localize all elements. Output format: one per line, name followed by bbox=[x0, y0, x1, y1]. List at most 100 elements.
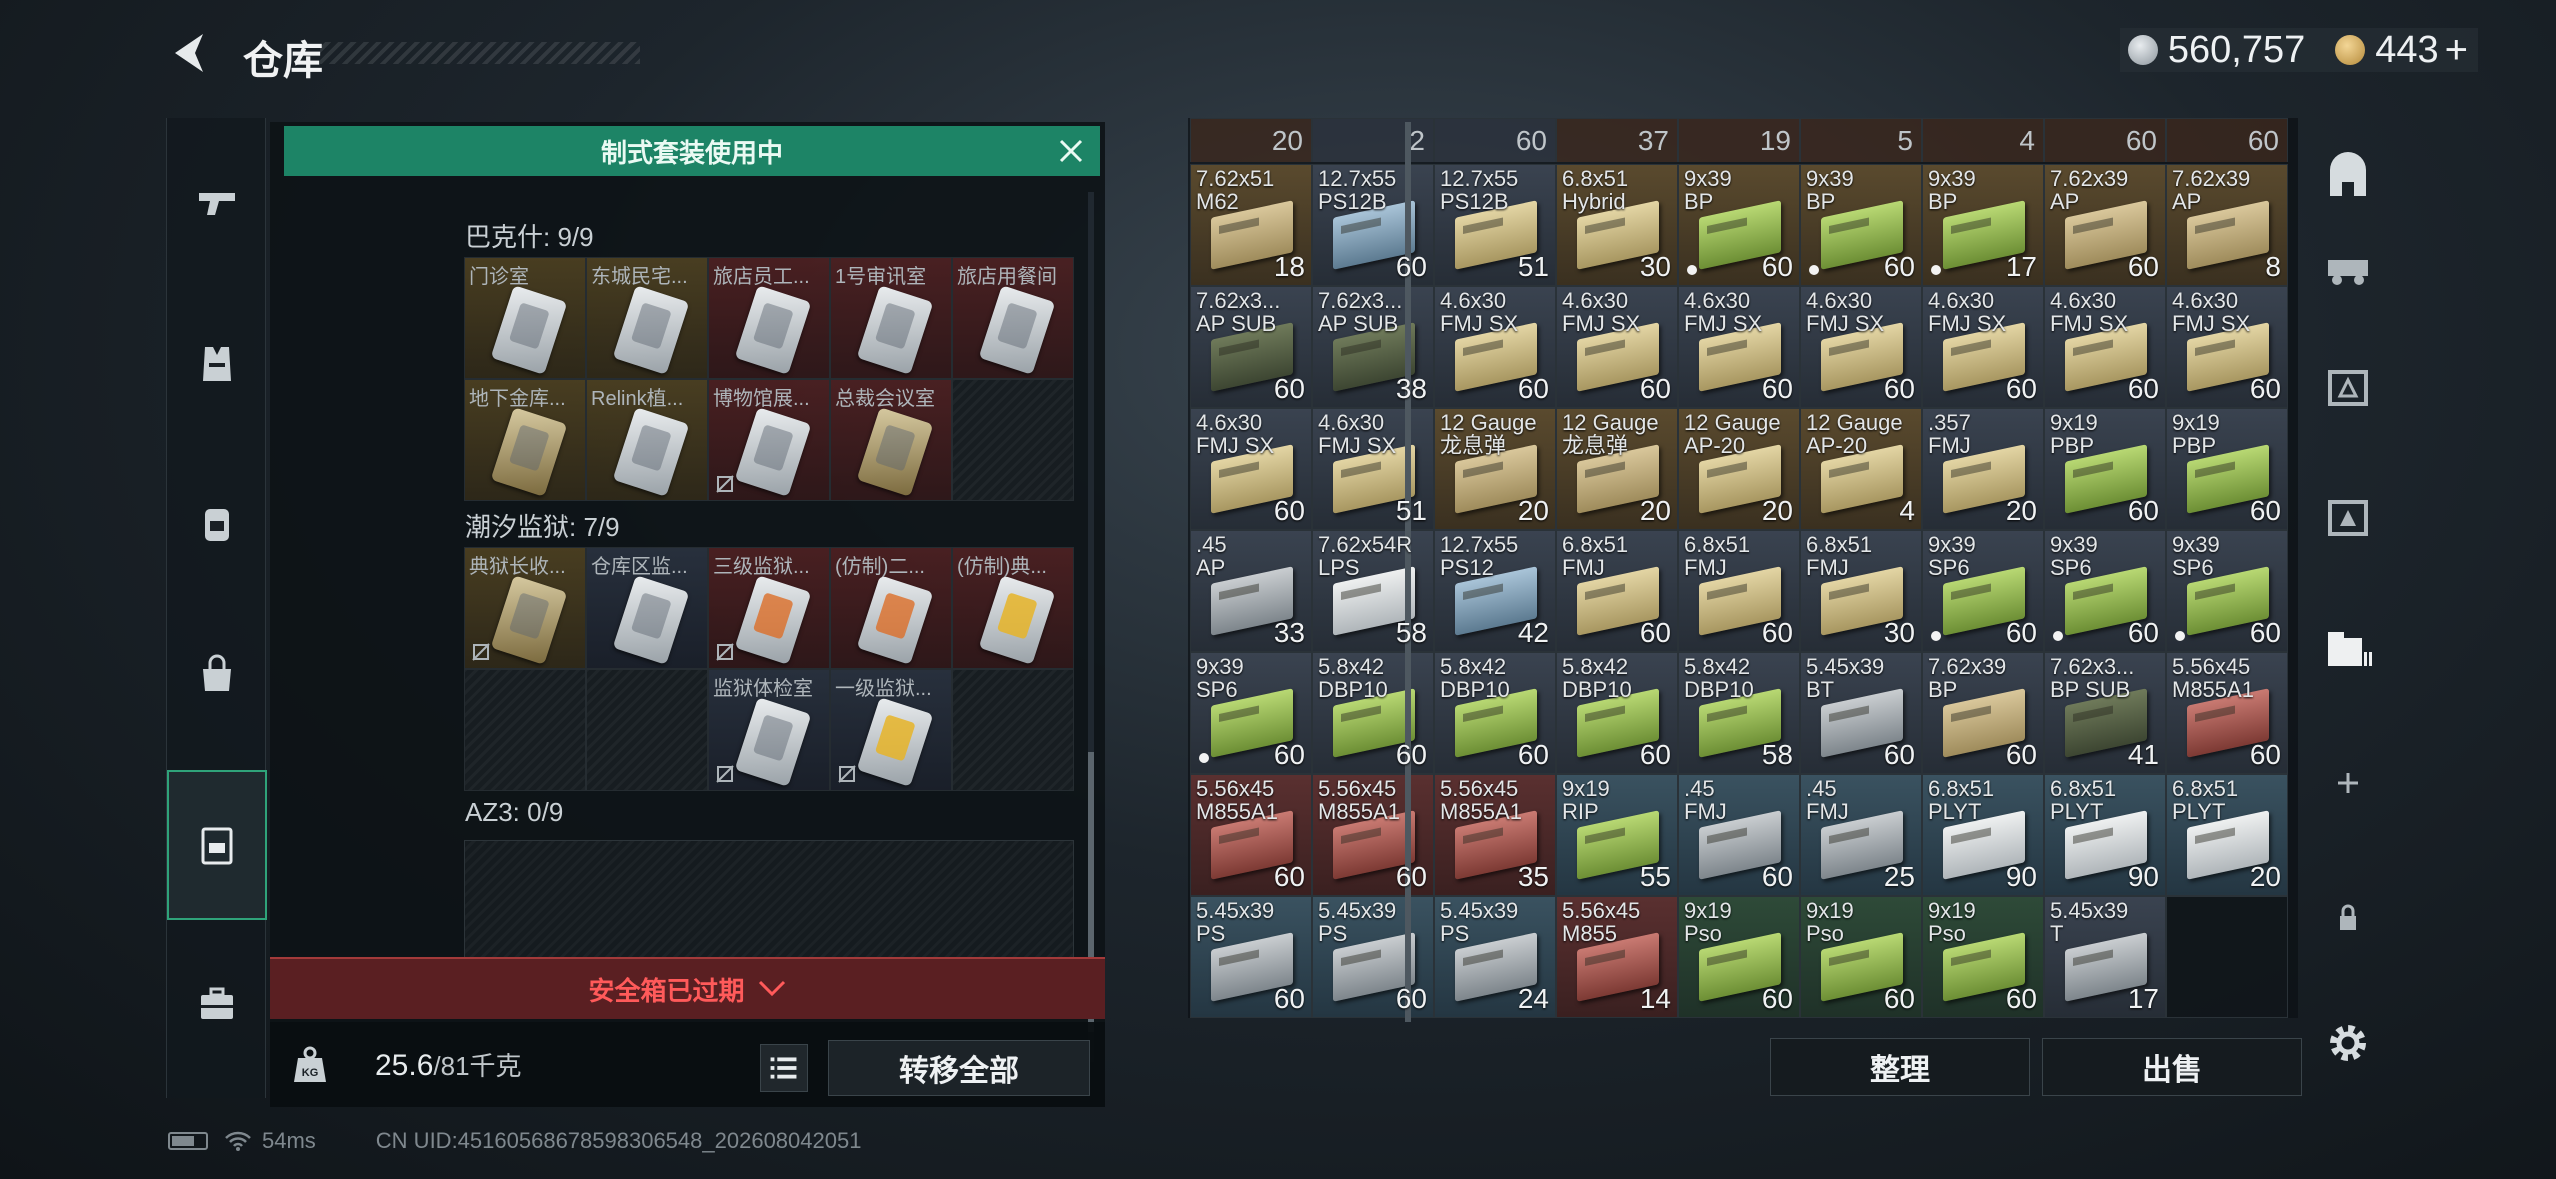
ammo-item[interactable]: 4.6x30 FMJ SX 60 bbox=[1678, 286, 1800, 408]
sell-button[interactable]: 出售 bbox=[2042, 1038, 2302, 1096]
ammo-item[interactable]: 9x19 Pso 60 bbox=[1922, 896, 2044, 1018]
ammo-item[interactable]: 6.8x51 FMJ 60 bbox=[1556, 530, 1678, 652]
ammo-item[interactable]: 7.62x39 BP 60 bbox=[1922, 652, 2044, 774]
sort-button[interactable]: 整理 bbox=[1770, 1038, 2030, 1096]
empty-slot[interactable] bbox=[952, 379, 1074, 501]
add-currency-button[interactable]: + bbox=[2445, 28, 2468, 73]
ammo-item[interactable]: 9x39 SP6 60 bbox=[1190, 652, 1312, 774]
item-count[interactable]: 60 bbox=[2166, 118, 2288, 162]
ammo-item[interactable]: 6.8x51 PLYT 20 bbox=[2166, 774, 2288, 896]
keycard-slot[interactable]: (仿制)二... bbox=[830, 547, 952, 669]
ammo-item[interactable]: 7.62x39 AP 60 bbox=[2044, 164, 2166, 286]
ammo-item[interactable]: 6.8x51 FMJ 60 bbox=[1678, 530, 1800, 652]
nav-weapon[interactable] bbox=[167, 128, 267, 278]
ammo-item[interactable]: 12.7x55 PS12B 51 bbox=[1434, 164, 1556, 286]
item-count[interactable]: 5 bbox=[1800, 118, 1922, 162]
nav-bag[interactable] bbox=[167, 598, 267, 748]
list-view-button[interactable] bbox=[760, 1044, 808, 1092]
ammo-item[interactable]: 6.8x51 PLYT 90 bbox=[1922, 774, 2044, 896]
item-count[interactable]: 2 bbox=[1312, 118, 1434, 162]
ammo-item[interactable]: 4.6x30 FMJ SX 60 bbox=[2044, 286, 2166, 408]
ammo-item[interactable]: 5.45x39 PS 60 bbox=[1190, 896, 1312, 1018]
ammo-item[interactable]: 9x39 BP 17 bbox=[1922, 164, 2044, 286]
keycard-slot[interactable]: 仓库区监... bbox=[586, 547, 708, 669]
ammo-item[interactable]: 9x19 Pso 60 bbox=[1800, 896, 1922, 1018]
keycard-slot[interactable]: 东城民宅... bbox=[586, 257, 708, 379]
ammo-item[interactable]: .45 FMJ 60 bbox=[1678, 774, 1800, 896]
tab-container-2[interactable] bbox=[2300, 328, 2395, 448]
ammo-item[interactable]: 7.62x54R LPS 58 bbox=[1312, 530, 1434, 652]
ammo-item[interactable]: 5.56x45 M855A1 35 bbox=[1434, 774, 1556, 896]
empty-slot[interactable] bbox=[952, 669, 1074, 791]
ammo-item[interactable]: 12 Gauge 龙息弹 20 bbox=[1556, 408, 1678, 530]
settings-button[interactable] bbox=[2300, 983, 2395, 1103]
ammo-item[interactable]: .45 AP 33 bbox=[1190, 530, 1312, 652]
ammo-item[interactable]: 12.7x55 PS12 42 bbox=[1434, 530, 1556, 652]
keycard-slot[interactable]: 监狱体检室 bbox=[708, 669, 830, 791]
ammo-item[interactable]: 7.62x3... AP SUB 38 bbox=[1312, 286, 1434, 408]
ammo-item[interactable]: 5.56x45 M855A1 60 bbox=[1312, 774, 1434, 896]
ammo-item[interactable]: 5.56x45 M855A1 60 bbox=[2166, 652, 2288, 774]
ammo-item[interactable]: 9x39 SP6 60 bbox=[2044, 530, 2166, 652]
ammo-item[interactable]: 4.6x30 FMJ SX 60 bbox=[1922, 286, 2044, 408]
empty-cell[interactable] bbox=[2166, 896, 2288, 1018]
item-count[interactable]: 4 bbox=[1922, 118, 2044, 162]
ammo-item[interactable]: 4.6x30 FMJ SX 60 bbox=[1190, 408, 1312, 530]
ammo-item[interactable]: 5.56x45 M855 14 bbox=[1556, 896, 1678, 1018]
ammo-item[interactable]: 9x19 PBP 60 bbox=[2166, 408, 2288, 530]
back-arrow-icon[interactable] bbox=[165, 28, 215, 78]
nav-safebox[interactable] bbox=[167, 770, 267, 920]
ammo-item[interactable]: 5.8x42 DBP10 58 bbox=[1678, 652, 1800, 774]
keycard-slot[interactable]: 一级监狱... bbox=[830, 669, 952, 791]
keycard-slot[interactable]: (仿制)典... bbox=[952, 547, 1074, 669]
lock-tab[interactable] bbox=[2300, 858, 2395, 978]
ammo-item[interactable]: 5.45x39 BT 60 bbox=[1800, 652, 1922, 774]
ammo-item[interactable]: 9x39 SP6 60 bbox=[1922, 530, 2044, 652]
keycard-slot[interactable]: 旅店用餐间 bbox=[952, 257, 1074, 379]
ammo-item[interactable]: 5.45x39 T 17 bbox=[2044, 896, 2166, 1018]
keycard-slot[interactable]: 博物馆展... bbox=[708, 379, 830, 501]
ammo-item[interactable]: 9x19 Pso 60 bbox=[1678, 896, 1800, 1018]
ammo-item[interactable]: 5.8x42 DBP10 60 bbox=[1556, 652, 1678, 774]
keycard-slot[interactable]: 典狱长收... bbox=[464, 547, 586, 669]
ammo-item[interactable]: 9x39 BP 60 bbox=[1800, 164, 1922, 286]
item-count[interactable]: 20 bbox=[1190, 118, 1312, 162]
ammo-item[interactable]: 5.8x42 DBP10 60 bbox=[1312, 652, 1434, 774]
item-count[interactable]: 37 bbox=[1556, 118, 1678, 162]
ammo-item[interactable]: 6.8x51 Hybrid 30 bbox=[1556, 164, 1678, 286]
close-icon[interactable] bbox=[1056, 136, 1086, 166]
ammo-item[interactable]: 12.7x55 PS12B 60 bbox=[1312, 164, 1434, 286]
ammo-item[interactable]: 9x19 RIP 55 bbox=[1556, 774, 1678, 896]
keycard-slot[interactable]: 地下金库... bbox=[464, 379, 586, 501]
ammo-item[interactable]: 4.6x30 FMJ SX 60 bbox=[2166, 286, 2288, 408]
ammo-item[interactable]: 4.6x30 FMJ SX 51 bbox=[1312, 408, 1434, 530]
ammo-item[interactable]: 9x19 PBP 60 bbox=[2044, 408, 2166, 530]
tab-container-3[interactable] bbox=[2300, 458, 2395, 578]
keycard-slot[interactable]: 1号审讯室 bbox=[830, 257, 952, 379]
keycard-slot[interactable]: 旅店员工... bbox=[708, 257, 830, 379]
tab-vehicle[interactable] bbox=[2300, 208, 2395, 328]
ammo-item[interactable]: 5.8x42 DBP10 60 bbox=[1434, 652, 1556, 774]
keycard-slot[interactable]: 三级监狱... bbox=[708, 547, 830, 669]
ammo-item[interactable]: 6.8x51 FMJ 30 bbox=[1800, 530, 1922, 652]
ammo-item[interactable]: 5.45x39 PS 24 bbox=[1434, 896, 1556, 1018]
ammo-item[interactable]: 7.62x3... BP SUB 41 bbox=[2044, 652, 2166, 774]
keycard-slot[interactable]: 门诊室 bbox=[464, 257, 586, 379]
nav-vest[interactable] bbox=[167, 288, 267, 438]
ammo-item[interactable]: 6.8x51 PLYT 90 bbox=[2044, 774, 2166, 896]
safe-box-expired-bar[interactable]: 安全箱已过期 bbox=[270, 957, 1105, 1019]
ammo-item[interactable]: 4.6x30 FMJ SX 60 bbox=[1434, 286, 1556, 408]
empty-slot[interactable] bbox=[464, 669, 586, 791]
ammo-item[interactable]: 5.56x45 M855A1 60 bbox=[1190, 774, 1312, 896]
nav-backpack[interactable] bbox=[167, 448, 267, 598]
ammo-item[interactable]: 9x39 BP 60 bbox=[1678, 164, 1800, 286]
empty-slot[interactable] bbox=[586, 669, 708, 791]
ammo-item[interactable]: 4.6x30 FMJ SX 60 bbox=[1556, 286, 1678, 408]
ammo-item[interactable]: 4.6x30 FMJ SX 60 bbox=[1800, 286, 1922, 408]
item-count[interactable]: 60 bbox=[1434, 118, 1556, 162]
tab-container-4[interactable] bbox=[2300, 588, 2395, 708]
ammo-item[interactable]: 12 Gauge AP-20 20 bbox=[1678, 408, 1800, 530]
ammo-item[interactable]: 12 Gauge AP-20 4 bbox=[1800, 408, 1922, 530]
ammo-item[interactable]: 7.62x3... AP SUB 60 bbox=[1190, 286, 1312, 408]
keycard-slot[interactable]: 总裁会议室 bbox=[830, 379, 952, 501]
